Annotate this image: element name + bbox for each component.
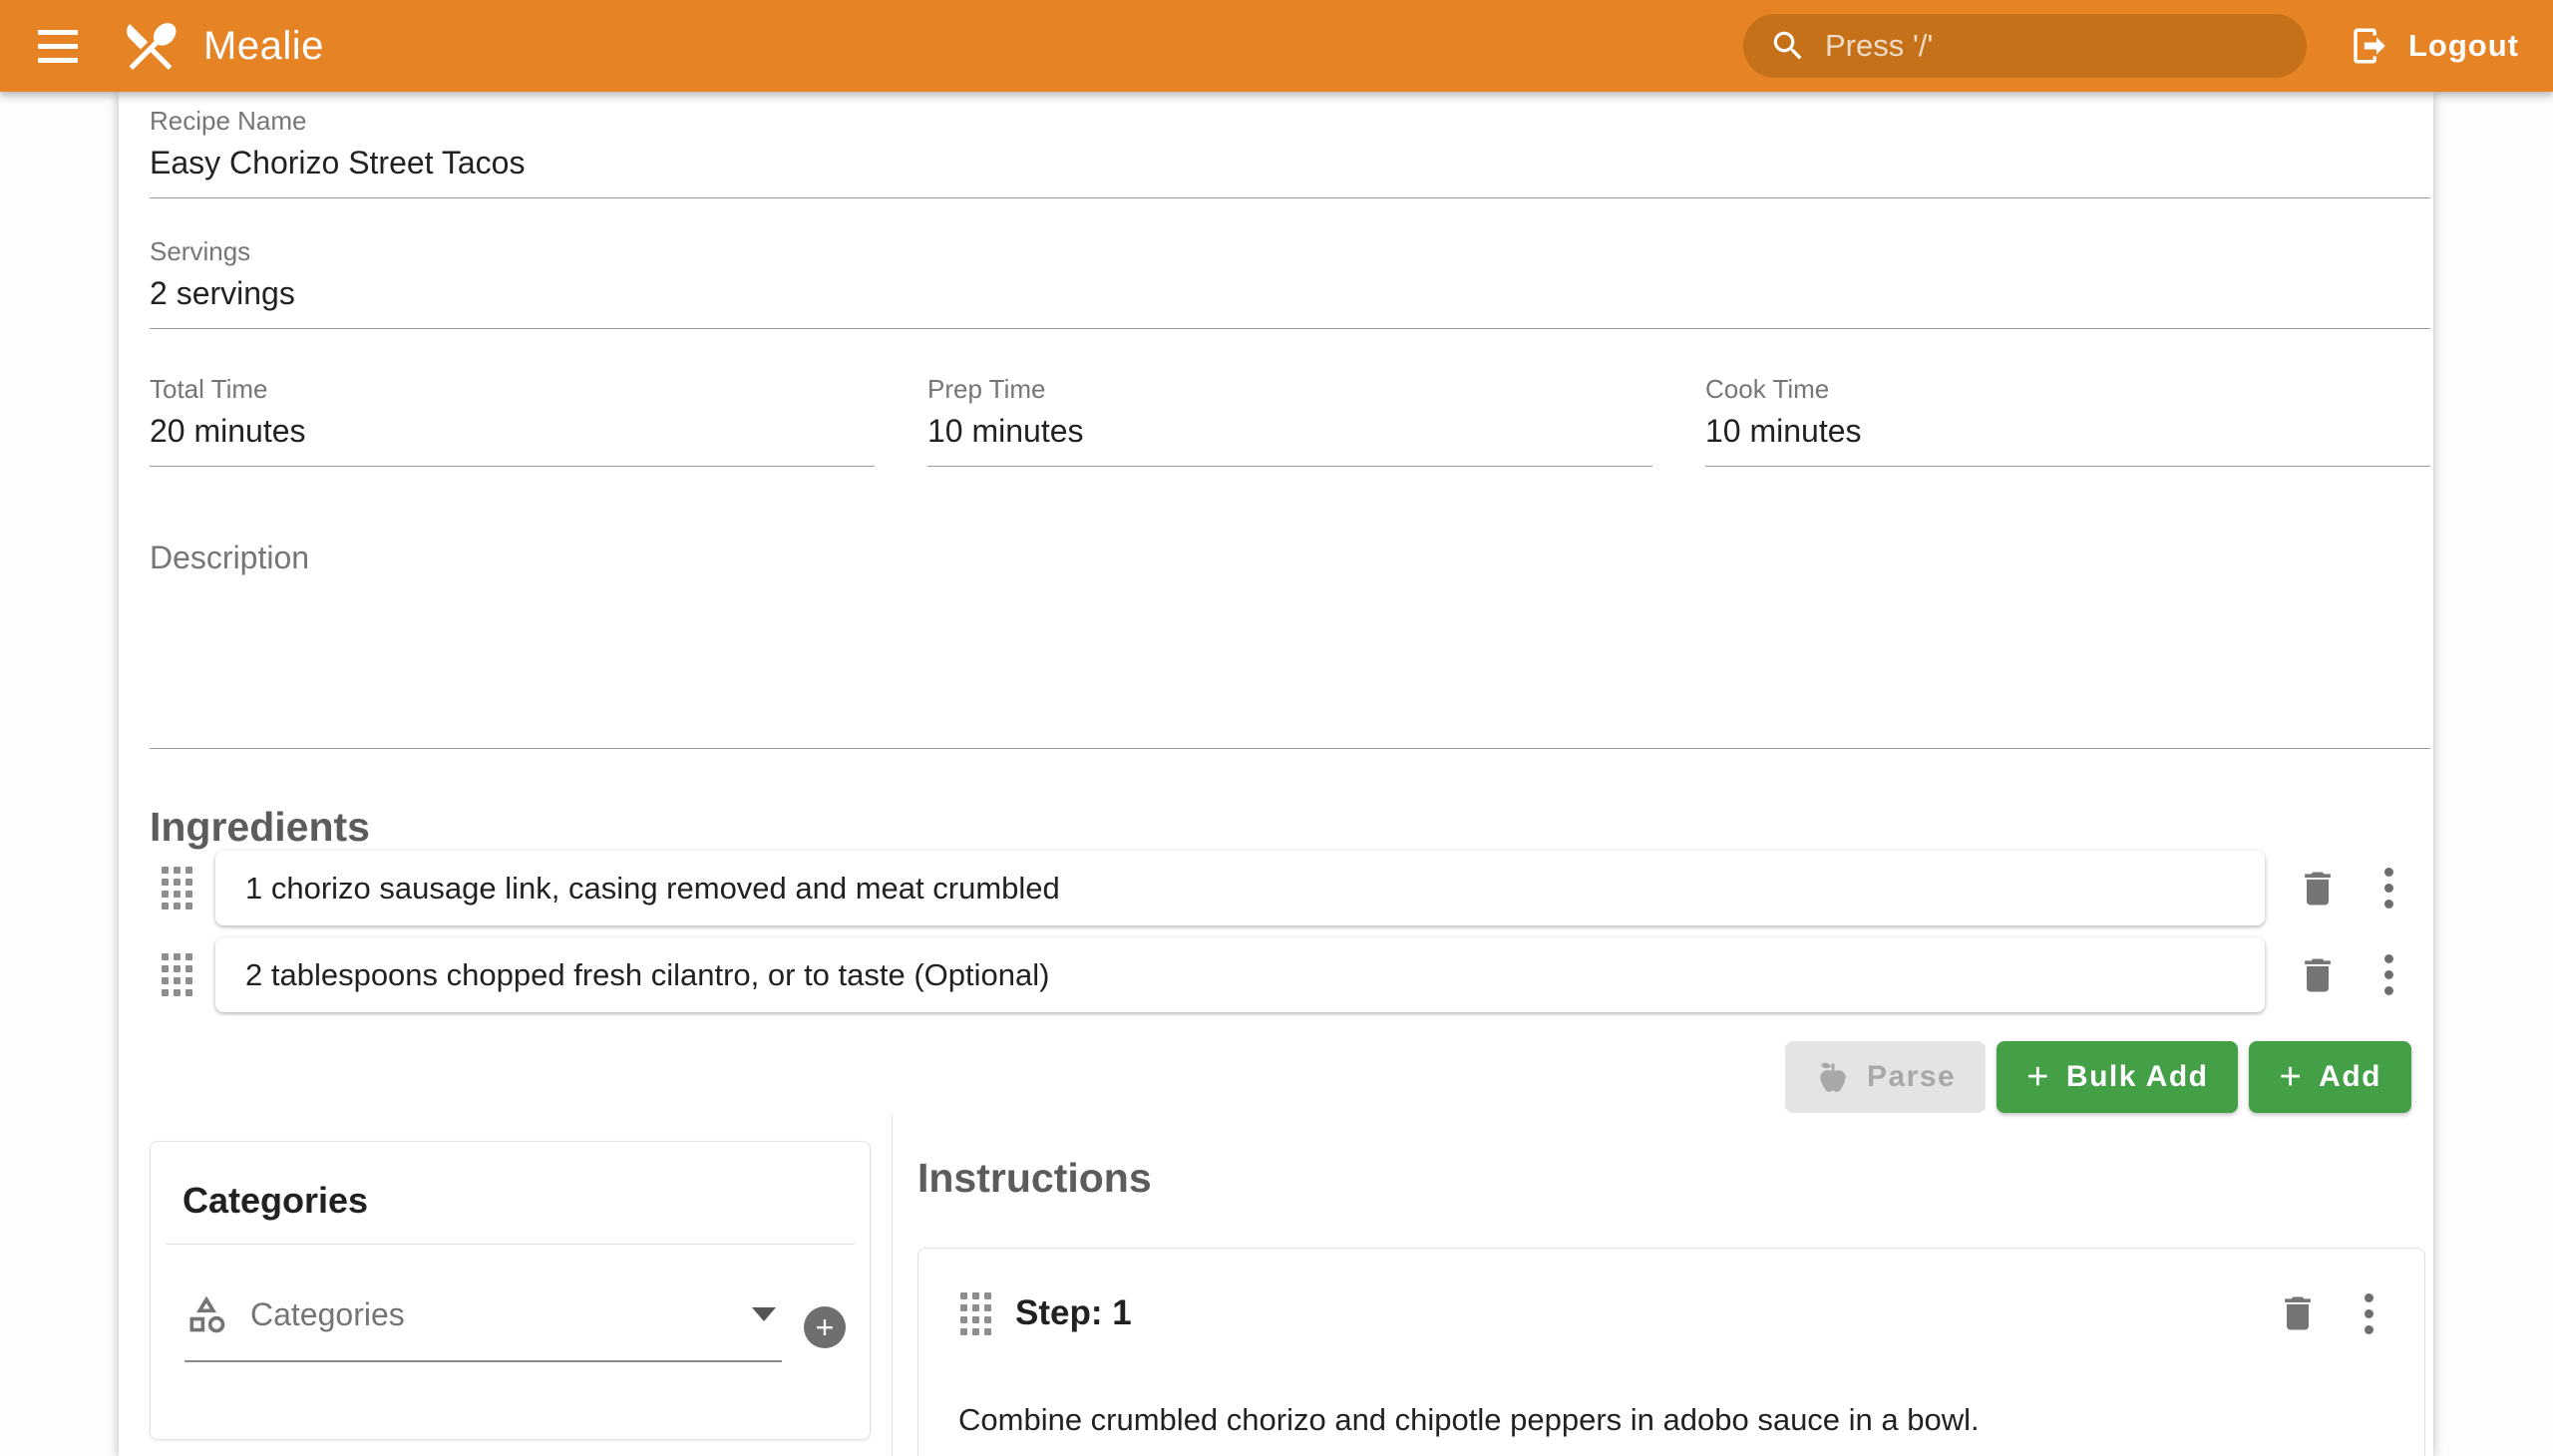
kebab-icon: [2365, 1293, 2373, 1302]
trash-icon: [2296, 867, 2340, 910]
add-category-button[interactable]: +: [804, 1306, 846, 1348]
mealie-logo-icon: [120, 15, 182, 77]
plus-icon: +: [816, 1311, 835, 1343]
drag-handle-icon[interactable]: [162, 953, 192, 996]
cook-time-label: Cook Time: [1705, 374, 2430, 404]
total-time-field: Total Time 20 minutes: [150, 374, 875, 467]
categories-column: Categories Categories +: [150, 1115, 893, 1456]
logout-label: Logout: [2408, 28, 2519, 64]
plus-icon: +: [2026, 1059, 2050, 1095]
shapes-icon: [184, 1292, 228, 1336]
recipe-name-field: Recipe Name Easy Chorizo Street Tacos: [150, 106, 2430, 198]
instruction-step-card: Step: 1 Combine crumbled chorizo and chi…: [917, 1248, 2425, 1456]
description-input[interactable]: [150, 576, 2430, 748]
drag-handle-icon[interactable]: [162, 867, 192, 910]
drag-handle-icon[interactable]: [960, 1292, 991, 1335]
ingredient-input[interactable]: 1 chorizo sausage link, casing removed a…: [215, 851, 2265, 925]
delete-ingredient-button[interactable]: [2295, 952, 2341, 998]
ingredient-actions: Parse + Bulk Add + Add: [150, 1041, 2411, 1113]
recipe-name-input[interactable]: Easy Chorizo Street Tacos: [150, 143, 2430, 182]
search-icon: [1769, 27, 1807, 65]
kebab-icon: [2384, 868, 2393, 877]
step-title: Step: 1: [1015, 1293, 2245, 1333]
chevron-down-icon[interactable]: [752, 1307, 776, 1321]
instructions-column: Instructions Step: 1 Com: [893, 1115, 2430, 1456]
search-placeholder: Press '/': [1825, 28, 1933, 64]
bulk-add-button[interactable]: + Bulk Add: [1997, 1041, 2238, 1113]
servings-label: Servings: [150, 236, 2430, 266]
total-time-input[interactable]: 20 minutes: [150, 411, 875, 451]
prep-time-field: Prep Time 10 minutes: [927, 374, 1652, 467]
times-row: Total Time 20 minutes Prep Time 10 minut…: [150, 374, 2430, 467]
cook-time-input[interactable]: 10 minutes: [1705, 411, 2430, 451]
delete-step-button[interactable]: [2275, 1290, 2321, 1336]
parse-button[interactable]: Parse: [1785, 1041, 1986, 1113]
categories-select-row: Categories +: [184, 1292, 846, 1362]
recipe-name-label: Recipe Name: [150, 106, 2430, 136]
categories-select[interactable]: Categories: [184, 1292, 782, 1362]
description-field[interactable]: Description: [150, 539, 2430, 749]
ingredient-input[interactable]: 2 tablespoons chopped fresh cilantro, or…: [215, 937, 2265, 1012]
logout-icon: [2349, 25, 2390, 67]
trash-icon: [2276, 1291, 2320, 1335]
trash-icon: [2296, 953, 2340, 997]
ingredients-section-title: Ingredients: [150, 804, 2430, 851]
search-input[interactable]: Press '/': [1743, 14, 2307, 78]
hamburger-menu-icon[interactable]: [38, 18, 94, 74]
delete-ingredient-button[interactable]: [2295, 866, 2341, 911]
instructions-section-title: Instructions: [917, 1155, 2430, 1202]
step-header: Step: 1: [918, 1249, 2424, 1336]
ingredient-menu-button[interactable]: [2369, 952, 2408, 998]
categories-card-title: Categories: [151, 1142, 870, 1244]
ingredient-row: 1 chorizo sausage link, casing removed a…: [162, 851, 2408, 925]
servings-input[interactable]: 2 servings: [150, 273, 2430, 313]
logout-button[interactable]: Logout: [2349, 25, 2519, 67]
step-menu-button[interactable]: [2349, 1290, 2388, 1336]
cook-time-field: Cook Time 10 minutes: [1705, 374, 2430, 467]
ingredient-row: 2 tablespoons chopped fresh cilantro, or…: [162, 937, 2408, 1012]
add-button[interactable]: + Add: [2249, 1041, 2411, 1113]
plus-icon: +: [2279, 1059, 2303, 1095]
page-background: Recipe Name Easy Chorizo Street Tacos Se…: [0, 92, 2553, 1456]
bulk-add-label: Bulk Add: [2066, 1060, 2209, 1094]
app-header: Mealie Press '/' Logout: [0, 0, 2553, 92]
apple-icon: [1815, 1059, 1851, 1095]
categories-card: Categories Categories +: [150, 1141, 871, 1440]
recipe-edit-sheet: Recipe Name Easy Chorizo Street Tacos Se…: [119, 92, 2433, 1456]
divider: [166, 1244, 855, 1245]
parse-label: Parse: [1867, 1060, 1956, 1094]
total-time-label: Total Time: [150, 374, 875, 404]
description-label: Description: [150, 539, 2430, 576]
kebab-icon: [2384, 954, 2393, 963]
prep-time-input[interactable]: 10 minutes: [927, 411, 1652, 451]
step-text-input[interactable]: Combine crumbled chorizo and chipotle pe…: [958, 1398, 2384, 1442]
ingredient-menu-button[interactable]: [2369, 866, 2408, 911]
prep-time-label: Prep Time: [927, 374, 1652, 404]
app-title: Mealie: [203, 24, 324, 69]
servings-field: Servings 2 servings: [150, 236, 2430, 329]
categories-select-placeholder: Categories: [250, 1296, 752, 1333]
add-label: Add: [2319, 1060, 2381, 1094]
